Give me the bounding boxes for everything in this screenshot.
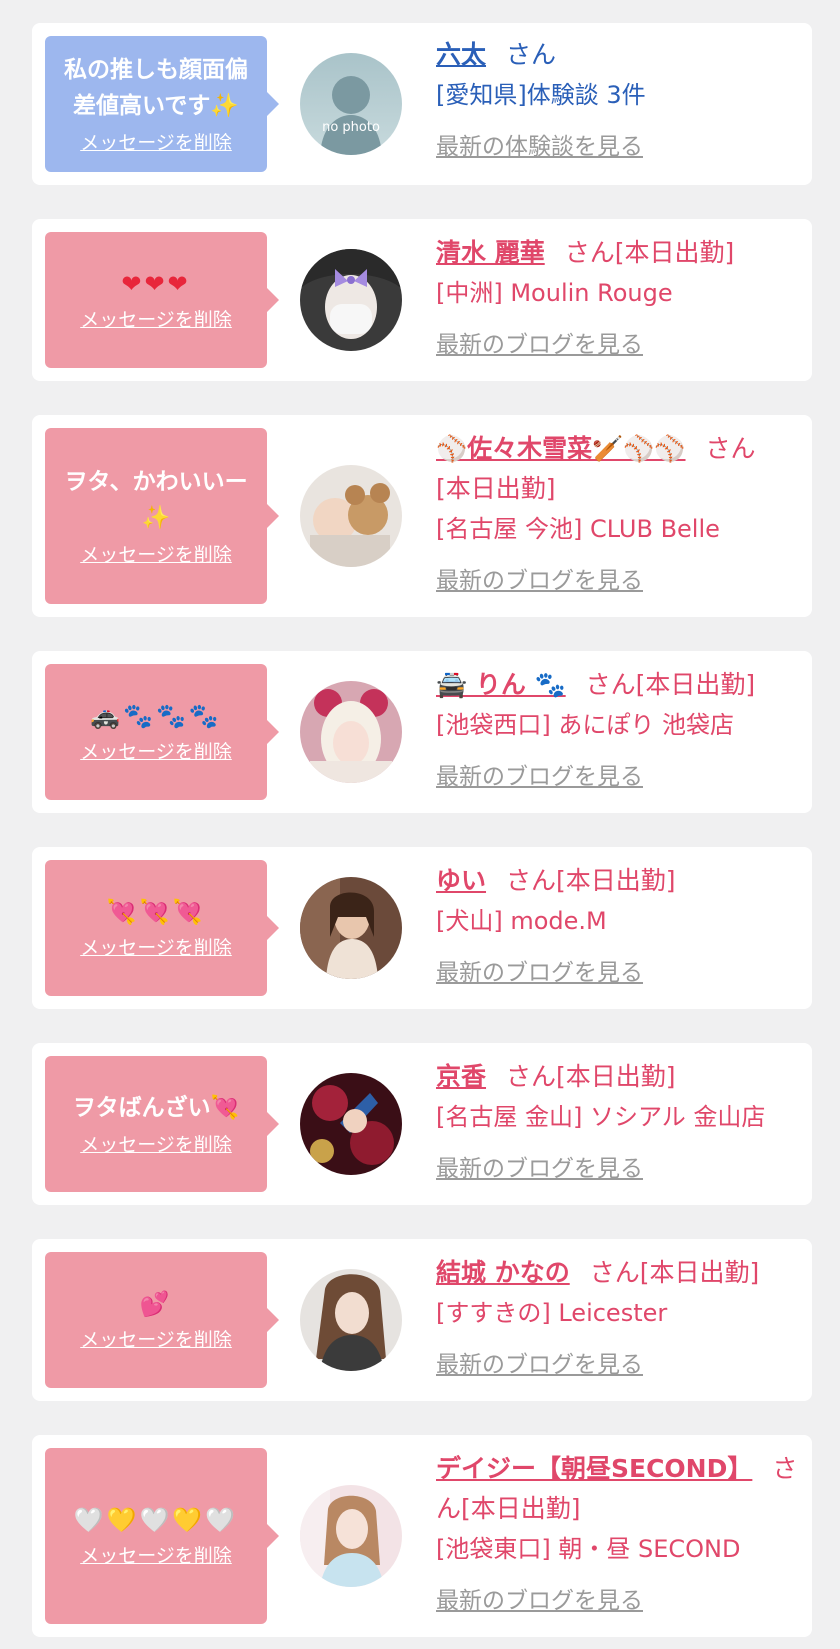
cast-photo-icon — [300, 1073, 402, 1175]
list-item: 私の推しも顔面偏差値高いです✨ メッセージを削除 no photo 六太さん — [32, 23, 812, 185]
message-bubble: 🚓🐾🐾🐾 メッセージを削除 — [45, 664, 279, 800]
name-line: 🚔 りん 🐾 さん[本日出勤] — [436, 665, 798, 705]
name-suffix: さん[本日出勤] — [506, 1062, 676, 1091]
delete-message-link[interactable]: メッセージを削除 — [80, 1543, 232, 1569]
latest-blog-link[interactable]: 最新のブログを見る — [436, 561, 643, 601]
message-bubble: 私の推しも顔面偏差値高いです✨ メッセージを削除 — [45, 36, 279, 172]
shop-location: [池袋東口] 朝・昼 SECOND — [436, 1535, 741, 1563]
message-text: 🚓🐾🐾🐾 — [90, 702, 222, 730]
delete-message-link[interactable]: メッセージを削除 — [80, 542, 232, 568]
cast-photo-icon — [300, 681, 402, 783]
name-suffix: さん[本日出勤] — [506, 866, 676, 895]
list-item: 🤍💛🤍💛🤍 メッセージを削除 デイジー【朝昼SECOND】 さん[本日出勤] [池… — [32, 1435, 812, 1637]
delete-message-link[interactable]: メッセージを削除 — [80, 1132, 232, 1158]
avatar[interactable]: no photo — [300, 53, 402, 155]
message-text: ヲタばんざい💘 — [72, 1095, 240, 1121]
avatar[interactable] — [300, 249, 402, 351]
message-bubble: 🤍💛🤍💛🤍 メッセージを削除 — [45, 1448, 279, 1624]
cast-name-link[interactable]: 六太 — [436, 40, 486, 69]
name-line: 京香 さん[本日出勤] — [436, 1057, 798, 1097]
cast-name-link[interactable]: 京香 — [436, 1062, 486, 1091]
name-suffix: さん — [705, 434, 756, 463]
item-info: 🚔 りん 🐾 さん[本日出勤] [池袋西口] あにぽり 池袋店 最新のブログを見る — [436, 665, 798, 797]
name-line: デイジー【朝昼SECOND】 さん[本日出勤] — [436, 1449, 798, 1529]
list-item: 🚓🐾🐾🐾 メッセージを削除 🚔 りん 🐾 さん[本日出勤] [池袋西口] あにぽり… — [32, 651, 812, 813]
status-line: [本日出勤] — [436, 474, 556, 503]
cast-photo-icon — [300, 1485, 402, 1587]
latest-blog-link[interactable]: 最新のブログを見る — [436, 1345, 643, 1385]
cast-name-link[interactable]: ゆい — [436, 866, 486, 895]
name-suffix: さん[本日出勤] — [564, 238, 735, 267]
message-text: 💘💘💘 — [106, 898, 206, 926]
cast-name-link[interactable]: 清水 麗華 — [436, 238, 545, 267]
name-line: 清水 麗華 さん[本日出勤] — [436, 233, 798, 273]
svg-text:no photo: no photo — [322, 120, 380, 135]
shop-location: [池袋西口] あにぽり 池袋店 — [436, 711, 734, 739]
message-text: ヲタ、かわいいー✨ — [64, 469, 248, 531]
item-info: 清水 麗華 さん[本日出勤] [中洲] Moulin Rouge 最新のブログを見… — [436, 233, 798, 365]
location-text: [愛知県]体験談 3件 — [436, 81, 646, 109]
item-info: デイジー【朝昼SECOND】 さん[本日出勤] [池袋東口] 朝・昼 SECOND… — [436, 1449, 798, 1621]
item-info: 六太 さん [愛知県]体験談 3件 最新の体験談を見る — [436, 35, 798, 167]
list-item: ヲタ、かわいいー✨ メッセージを削除 ⚾佐々木雪菜🏏⚾⚾ さん [本日出勤] [名… — [32, 415, 812, 617]
message-bubble: 💕 メッセージを削除 — [45, 1252, 279, 1388]
delete-message-link[interactable]: メッセージを削除 — [80, 739, 232, 765]
latest-blog-link[interactable]: 最新のブログを見る — [436, 953, 643, 993]
avatar[interactable] — [300, 1269, 402, 1371]
latest-blog-link[interactable]: 最新のブログを見る — [436, 325, 643, 365]
latest-blog-link[interactable]: 最新のブログを見る — [436, 757, 643, 797]
latest-blog-link[interactable]: 最新のブログを見る — [436, 1581, 643, 1621]
cast-name-link[interactable]: 結城 かなの — [436, 1258, 570, 1287]
shop-location: [犬山] mode.M — [436, 907, 607, 935]
avatar[interactable] — [300, 1485, 402, 1587]
message-text: 🤍💛🤍💛🤍 — [73, 1506, 239, 1534]
list-item: ❤❤❤ メッセージを削除 清水 麗華 さん[本日出勤] [中洲] Moulin R… — [32, 219, 812, 381]
message-text: 💕 — [139, 1290, 173, 1318]
name-line: ゆい さん[本日出勤] — [436, 861, 798, 901]
avatar[interactable] — [300, 877, 402, 979]
name-line: 結城 かなの さん[本日出勤] — [436, 1253, 798, 1293]
list-item: ヲタばんざい💘 メッセージを削除 京香 さん[本日出勤] [名古屋 金山] ソシア… — [32, 1043, 812, 1205]
shop-location: [名古屋 金山] ソシアル 金山店 — [436, 1103, 766, 1131]
name-suffix: さん[本日出勤] — [585, 670, 756, 699]
message-bubble: ヲタ、かわいいー✨ メッセージを削除 — [45, 428, 279, 604]
cast-name-link[interactable]: デイジー【朝昼SECOND】 — [436, 1454, 752, 1483]
list-item: 💘💘💘 メッセージを削除 ゆい さん[本日出勤] [犬山] mode.M 最新のブ… — [32, 847, 812, 1009]
avatar[interactable] — [300, 1073, 402, 1175]
cast-photo-icon — [300, 877, 402, 979]
latest-review-link[interactable]: 最新の体験談を見る — [436, 127, 643, 167]
name-line: 六太 さん — [436, 35, 798, 75]
message-text: ❤❤❤ — [121, 270, 191, 298]
message-text: 私の推しも顔面偏差値高いです✨ — [64, 57, 248, 119]
item-info: 京香 さん[本日出勤] [名古屋 金山] ソシアル 金山店 最新のブログを見る — [436, 1057, 798, 1189]
shop-location: [すすきの] Leicester — [436, 1299, 668, 1327]
list-item: 💕 メッセージを削除 結城 かなの さん[本日出勤] [すすきの] Leicest… — [32, 1239, 812, 1401]
name-line: ⚾佐々木雪菜🏏⚾⚾ さん — [436, 429, 798, 469]
item-info: 結城 かなの さん[本日出勤] [すすきの] Leicester 最新のブログを見… — [436, 1253, 798, 1385]
shop-location: [名古屋 今池] CLUB Belle — [436, 515, 720, 543]
delete-message-link[interactable]: メッセージを削除 — [80, 130, 232, 156]
delete-message-link[interactable]: メッセージを削除 — [80, 307, 232, 333]
cast-photo-icon — [300, 1269, 402, 1371]
cast-photo-icon — [300, 465, 402, 567]
item-info: ⚾佐々木雪菜🏏⚾⚾ さん [本日出勤] [名古屋 今池] CLUB Belle 最… — [436, 429, 798, 601]
name-suffix: さん — [506, 40, 557, 69]
message-bubble: 💘💘💘 メッセージを削除 — [45, 860, 279, 996]
cast-name-link[interactable]: ⚾佐々木雪菜🏏⚾⚾ — [436, 434, 686, 463]
cast-name-link[interactable]: 🚔 りん 🐾 — [436, 670, 566, 699]
shop-location: [中洲] Moulin Rouge — [436, 279, 673, 307]
no-photo-avatar-icon: no photo — [300, 53, 402, 155]
avatar[interactable] — [300, 681, 402, 783]
cast-photo-icon — [300, 249, 402, 351]
delete-message-link[interactable]: メッセージを削除 — [80, 1327, 232, 1353]
message-bubble: ヲタばんざい💘 メッセージを削除 — [45, 1056, 279, 1192]
item-info: ゆい さん[本日出勤] [犬山] mode.M 最新のブログを見る — [436, 861, 798, 993]
name-suffix: さん[本日出勤] — [589, 1258, 760, 1287]
delete-message-link[interactable]: メッセージを削除 — [80, 935, 232, 961]
message-bubble: ❤❤❤ メッセージを削除 — [45, 232, 279, 368]
oshi-message-list: 私の推しも顔面偏差値高いです✨ メッセージを削除 no photo 六太さん — [0, 0, 840, 1649]
latest-blog-link[interactable]: 最新のブログを見る — [436, 1149, 643, 1189]
avatar[interactable] — [300, 465, 402, 567]
